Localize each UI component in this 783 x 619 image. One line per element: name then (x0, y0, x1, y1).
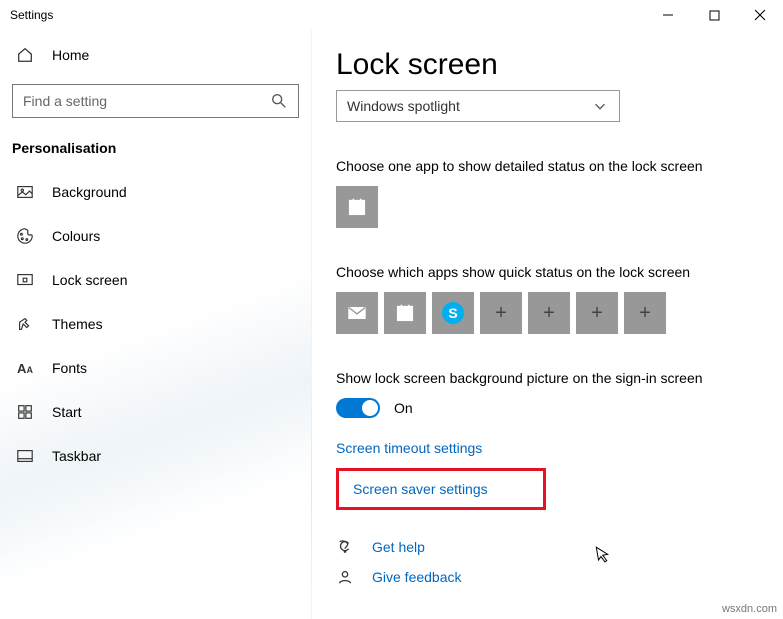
quick-status-label: Choose which apps show quick status on t… (336, 264, 783, 280)
sidebar-item-label: Start (52, 404, 82, 420)
page-title: Lock screen (336, 48, 783, 82)
sidebar-section-header: Personalisation (0, 136, 311, 170)
quick-app-skype[interactable]: S (432, 292, 474, 334)
detailed-app-tile[interactable] (336, 186, 378, 228)
sidebar-item-taskbar[interactable]: Taskbar (0, 434, 311, 478)
sidebar-item-label: Background (52, 184, 127, 200)
quick-app-add-4[interactable]: + (624, 292, 666, 334)
sidebar-item-label: Colours (52, 228, 100, 244)
link-screen-saver[interactable]: Screen saver settings (353, 481, 529, 497)
start-icon (16, 403, 34, 421)
nav-home[interactable]: Home (0, 36, 311, 74)
home-icon (16, 46, 34, 64)
main-content: Lock screen Windows spotlight Choose one… (312, 30, 783, 619)
sidebar: Home Personalisation Background Colours … (0, 30, 312, 619)
lock-screen-icon (16, 271, 34, 289)
quick-app-add-2[interactable]: + (528, 292, 570, 334)
toggle-state-label: On (394, 400, 413, 416)
sidebar-item-label: Fonts (52, 360, 87, 376)
sidebar-item-label: Themes (52, 316, 103, 332)
sidebar-item-label: Taskbar (52, 448, 101, 464)
minimize-button[interactable] (645, 0, 691, 30)
sidebar-item-background[interactable]: Background (0, 170, 311, 214)
close-button[interactable] (737, 0, 783, 30)
get-help-row[interactable]: Get help (336, 532, 783, 562)
window-controls (645, 0, 783, 30)
search-icon (270, 92, 288, 110)
sidebar-item-label: Lock screen (52, 272, 127, 288)
quick-app-mail[interactable] (336, 292, 378, 334)
get-help-label: Get help (372, 539, 425, 555)
window-title: Settings (10, 8, 53, 22)
titlebar: Settings (0, 0, 783, 30)
background-dropdown[interactable]: Windows spotlight (336, 90, 620, 122)
search-input[interactable] (12, 84, 299, 118)
chevron-down-icon (591, 97, 609, 115)
quick-app-add-1[interactable]: + (480, 292, 522, 334)
watermark: wsxdn.com (722, 603, 777, 615)
signin-bg-toggle[interactable] (336, 398, 380, 418)
picture-icon (16, 183, 34, 201)
plus-icon: + (495, 302, 507, 325)
plus-icon: + (639, 302, 651, 325)
quick-app-add-3[interactable]: + (576, 292, 618, 334)
nav-home-label: Home (52, 47, 89, 63)
give-feedback-row[interactable]: Give feedback (336, 562, 783, 592)
fonts-icon: AA (16, 359, 34, 377)
feedback-icon (336, 568, 354, 586)
maximize-button[interactable] (691, 0, 737, 30)
give-feedback-label: Give feedback (372, 569, 462, 585)
dropdown-value: Windows spotlight (347, 98, 460, 114)
plus-icon: + (543, 302, 555, 325)
themes-icon (16, 315, 34, 333)
highlight-frame: Screen saver settings (336, 468, 546, 510)
plus-icon: + (591, 302, 603, 325)
sidebar-item-start[interactable]: Start (0, 390, 311, 434)
detailed-status-label: Choose one app to show detailed status o… (336, 158, 783, 174)
quick-app-calendar[interactable] (384, 292, 426, 334)
taskbar-icon (16, 447, 34, 465)
sidebar-item-fonts[interactable]: AA Fonts (0, 346, 311, 390)
search-field[interactable] (23, 93, 270, 109)
signin-bg-label: Show lock screen background picture on t… (336, 370, 783, 386)
sidebar-item-themes[interactable]: Themes (0, 302, 311, 346)
skype-icon: S (442, 302, 464, 324)
sidebar-item-colours[interactable]: Colours (0, 214, 311, 258)
help-icon (336, 538, 354, 556)
link-screen-timeout[interactable]: Screen timeout settings (336, 432, 783, 464)
palette-icon (16, 227, 34, 245)
sidebar-item-lock-screen[interactable]: Lock screen (0, 258, 311, 302)
